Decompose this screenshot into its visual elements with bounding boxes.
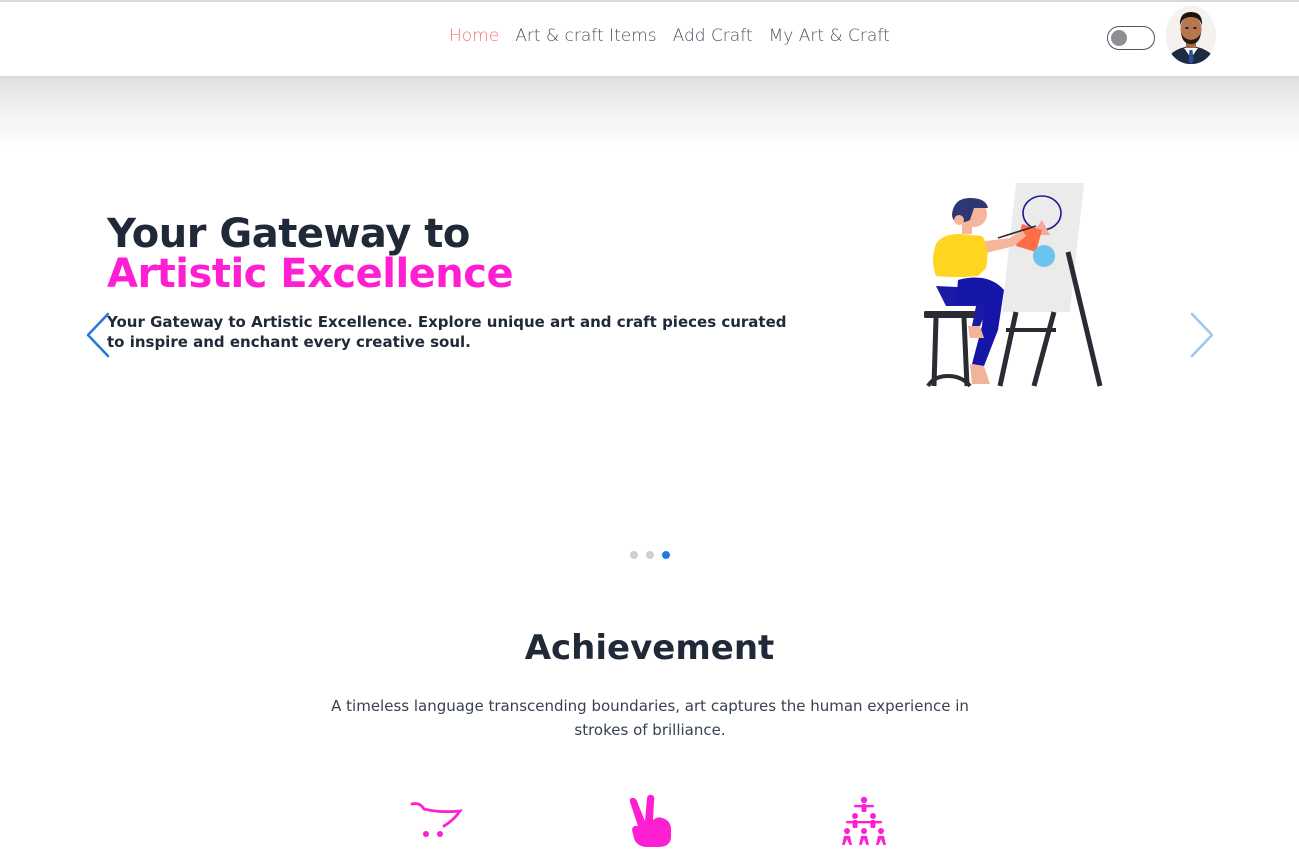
user-avatar[interactable] [1166, 6, 1216, 64]
hero-title: Your Gateway to Artistic Excellence [107, 211, 514, 297]
slider-dot-1[interactable] [630, 551, 638, 559]
achievement-title: Achievement [524, 628, 775, 668]
painter-illustration [918, 180, 1108, 390]
chevron-right-icon [1190, 312, 1214, 358]
main-nav: Home Art & craft Items Add Craft My Art … [449, 26, 890, 46]
navbar: Home Art & craft Items Add Craft My Art … [0, 2, 1299, 76]
hero-gradient-band [0, 76, 1299, 152]
hero-title-line1: Your Gateway to [107, 211, 470, 257]
avatar-icon [1166, 6, 1216, 64]
achievement-description: A timeless language transcending boundar… [331, 697, 969, 739]
victory-hand-icon [624, 794, 674, 848]
theme-toggle[interactable] [1107, 26, 1155, 50]
theme-toggle-knob [1111, 30, 1127, 46]
slider-pagination [630, 551, 670, 559]
nav-link-art-craft-items[interactable]: Art & craft Items [515, 26, 656, 46]
nav-link-add-craft[interactable]: Add Craft [673, 26, 753, 46]
slider-dot-2[interactable] [646, 551, 654, 559]
painter-at-easel-icon [924, 183, 1103, 388]
hero-description: Your Gateway to Artistic Excellence. Exp… [107, 313, 787, 351]
slider-next-button[interactable] [1188, 312, 1218, 360]
shopping-cart-icon [410, 800, 464, 842]
nav-link-my-art-craft[interactable]: My Art & Craft [769, 26, 890, 46]
hero-title-line2: Artistic Excellence [107, 251, 514, 297]
nav-link-home[interactable]: Home [449, 26, 499, 46]
slider-dot-3[interactable] [662, 551, 670, 559]
people-pyramid-icon [840, 796, 888, 846]
